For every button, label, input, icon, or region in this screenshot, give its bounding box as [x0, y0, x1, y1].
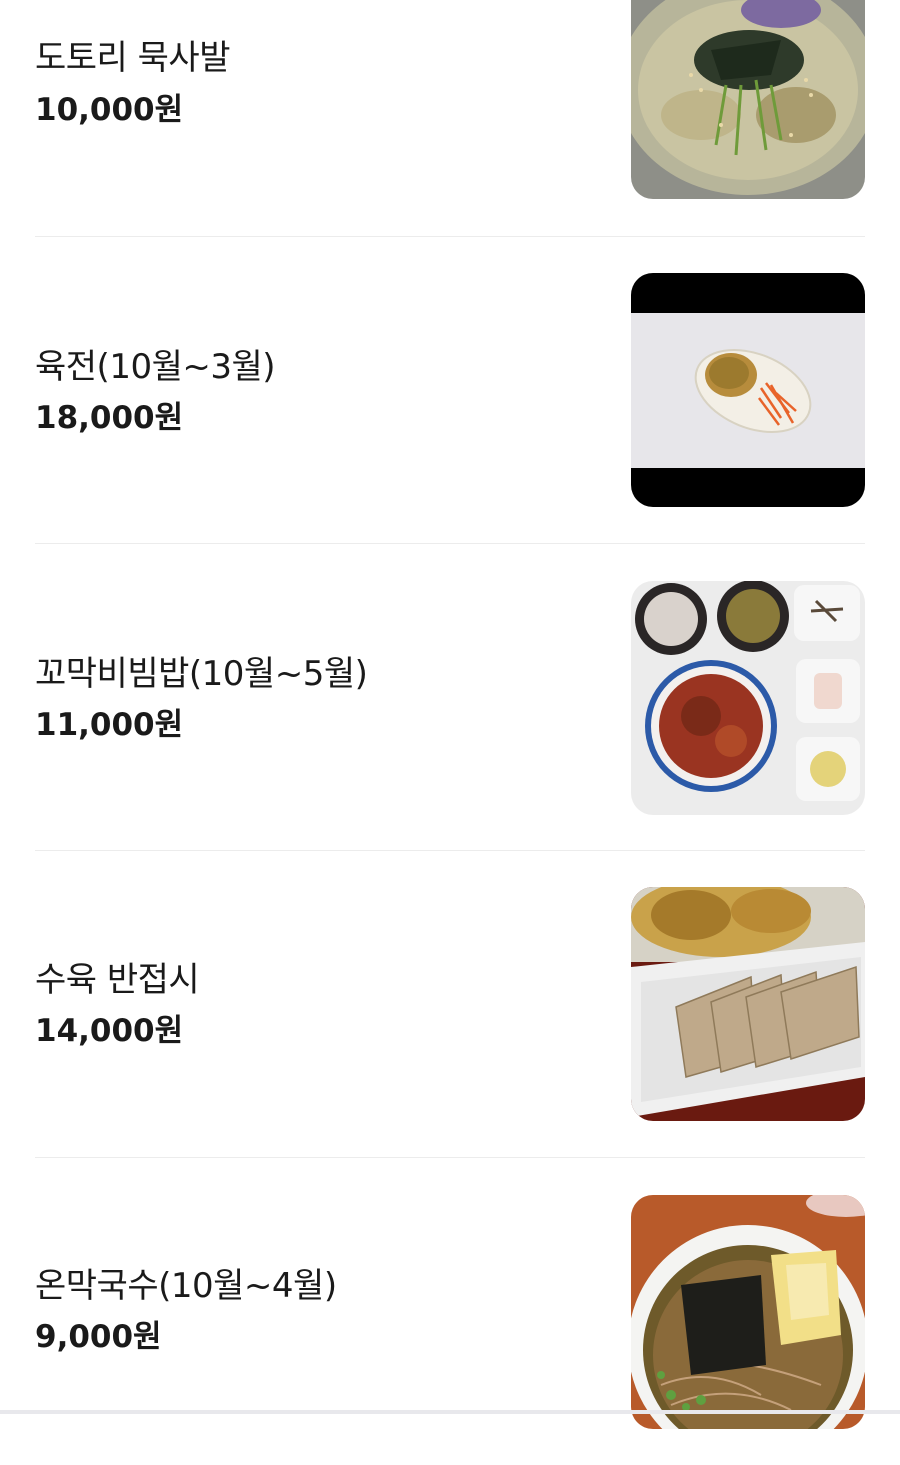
menu-item-price: 10,000원 — [35, 92, 184, 128]
menu-item-name: 도토리 묵사발 — [35, 38, 231, 78]
menu-item-photo-warm-noodle[interactable] — [631, 1195, 865, 1429]
menu-item-name: 온막국수(10월~4월) — [35, 1266, 337, 1306]
menu-item-suyuk[interactable]: 수육 반접시 14,000원 — [35, 851, 865, 1158]
menu-item-price: 11,000원 — [35, 707, 184, 743]
bottom-edge-bar — [0, 1410, 900, 1414]
menu-item-cockle-bibimbap[interactable]: 꼬막비빔밥(10월~5월) 11,000원 — [35, 544, 865, 851]
menu-item-photo-beef-jeon[interactable] — [631, 273, 865, 507]
menu-item-price: 9,000원 — [35, 1319, 162, 1355]
menu-item-photo-cockle-bibimbap[interactable] — [631, 581, 865, 815]
menu-item-warm-noodle[interactable]: 온막국수(10월~4월) 9,000원 — [35, 1158, 865, 1465]
menu-item-price: 18,000원 — [35, 400, 184, 436]
menu-item-beef-jeon[interactable]: 육전(10월~3월) 18,000원 — [35, 237, 865, 544]
menu-item-photo-suyuk[interactable] — [631, 887, 865, 1121]
menu-item-price: 14,000원 — [35, 1013, 184, 1049]
menu-item-name: 육전(10월~3월) — [35, 347, 276, 387]
menu-item-name: 꼬막비빔밥(10월~5월) — [35, 654, 368, 694]
menu-item-name: 수육 반접시 — [35, 960, 200, 1000]
menu-item-photo-acorn-jelly[interactable] — [631, 0, 865, 199]
